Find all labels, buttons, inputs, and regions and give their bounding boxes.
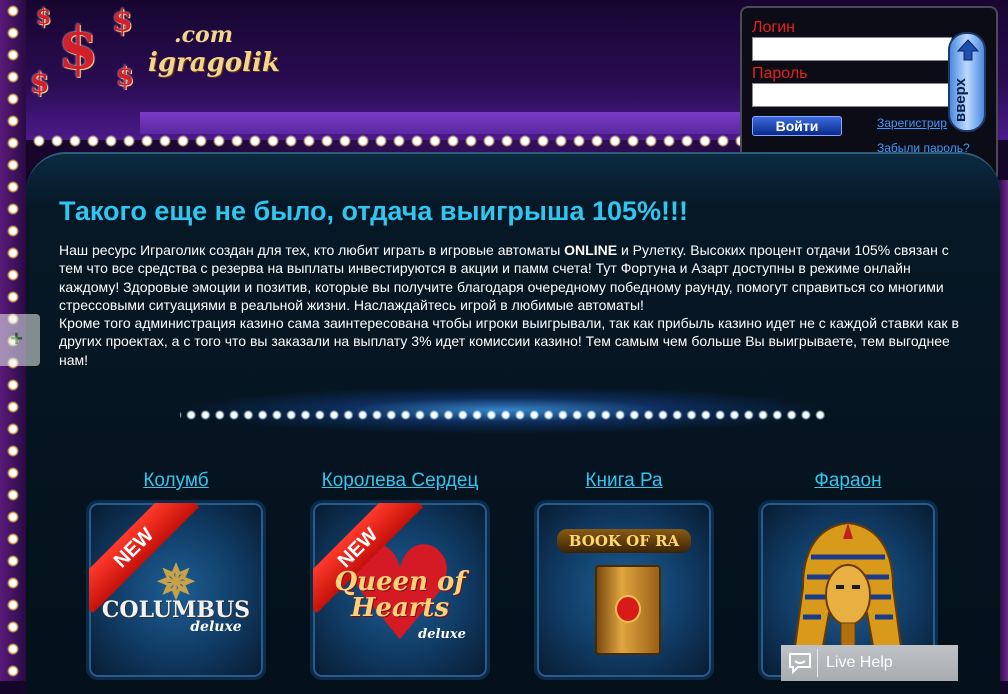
game-title-link[interactable]: Книга Ра [532, 470, 716, 492]
login-button[interactable]: Войти [752, 116, 842, 136]
header-purple-band [140, 112, 750, 134]
logo-name: igragolik [148, 48, 280, 78]
arrow-up-icon [956, 39, 980, 61]
game-logo-text: Queen of Hearts [334, 567, 466, 623]
plus-icon: + [10, 326, 23, 351]
game-thumbnail[interactable]: NEW ✵ COLUMBUS deluxe [86, 500, 266, 680]
live-help-separator [817, 649, 818, 677]
game-title-link[interactable]: Колумб [84, 470, 268, 492]
game-card-book-of-ra[interactable]: Книга Ра BOOK OF RA [532, 470, 716, 680]
password-label: Пароль [752, 65, 808, 82]
intro-text-part1: Наш ресурс Играголик создан для тех, кто… [59, 242, 565, 258]
logo-dollar-large: $ [58, 14, 99, 82]
glowing-divider [180, 386, 830, 434]
intro-text-paragraph2: Кроме того администрация казино сама заи… [59, 315, 959, 368]
header-bulb-row [30, 134, 750, 148]
game-thumbnail[interactable]: BOOK OF RA [534, 500, 714, 680]
site-logo[interactable]: $ $ $ $ $ .com igragolik [28, 4, 280, 108]
game-logo-subtext: deluxe [418, 627, 466, 642]
scroll-up-button[interactable]: вверх [948, 32, 986, 132]
chat-bubble-icon [789, 653, 811, 675]
logo-dollar-bottom: $ [30, 66, 50, 99]
scarab-gem-icon [615, 595, 641, 623]
logo-dollar-small: $ [36, 4, 52, 30]
game-logo-subtext: deluxe [190, 619, 242, 635]
book-icon [595, 565, 661, 655]
game-card-columbus[interactable]: Колумб NEW ✵ COLUMBUS deluxe [84, 470, 268, 680]
side-widget[interactable]: + [0, 314, 40, 366]
logo-domain: .com [174, 22, 234, 48]
password-input[interactable] [752, 83, 952, 107]
login-label: Логин [752, 19, 796, 36]
game-logo-text: BOOK OF RA [557, 529, 691, 553]
live-help-label: Live Help [826, 654, 893, 671]
logo-dollar-medium: $ [112, 4, 133, 39]
intro-text: Наш ресурс Играголик создан для тех, кто… [59, 241, 959, 369]
register-link[interactable]: Зарегистрир [877, 116, 947, 130]
game-title-link[interactable]: Фараон [756, 470, 940, 492]
game-title-link[interactable]: Королева Сердец [308, 470, 492, 492]
logo-dollar-right: $ [116, 62, 135, 92]
intro-text-online: ONLINE [564, 242, 618, 258]
live-help-widget[interactable]: Live Help [781, 645, 958, 681]
scroll-up-label: вверх [952, 78, 969, 122]
login-input[interactable] [752, 37, 952, 61]
game-card-queen-of-hearts[interactable]: Королева Сердец ♥ NEW Queen of Hearts de… [308, 470, 492, 680]
page-headline: Такого еще не было, отдача выигрыша 105%… [59, 196, 689, 226]
game-thumbnail[interactable]: ♥ NEW Queen of Hearts deluxe [310, 500, 490, 680]
